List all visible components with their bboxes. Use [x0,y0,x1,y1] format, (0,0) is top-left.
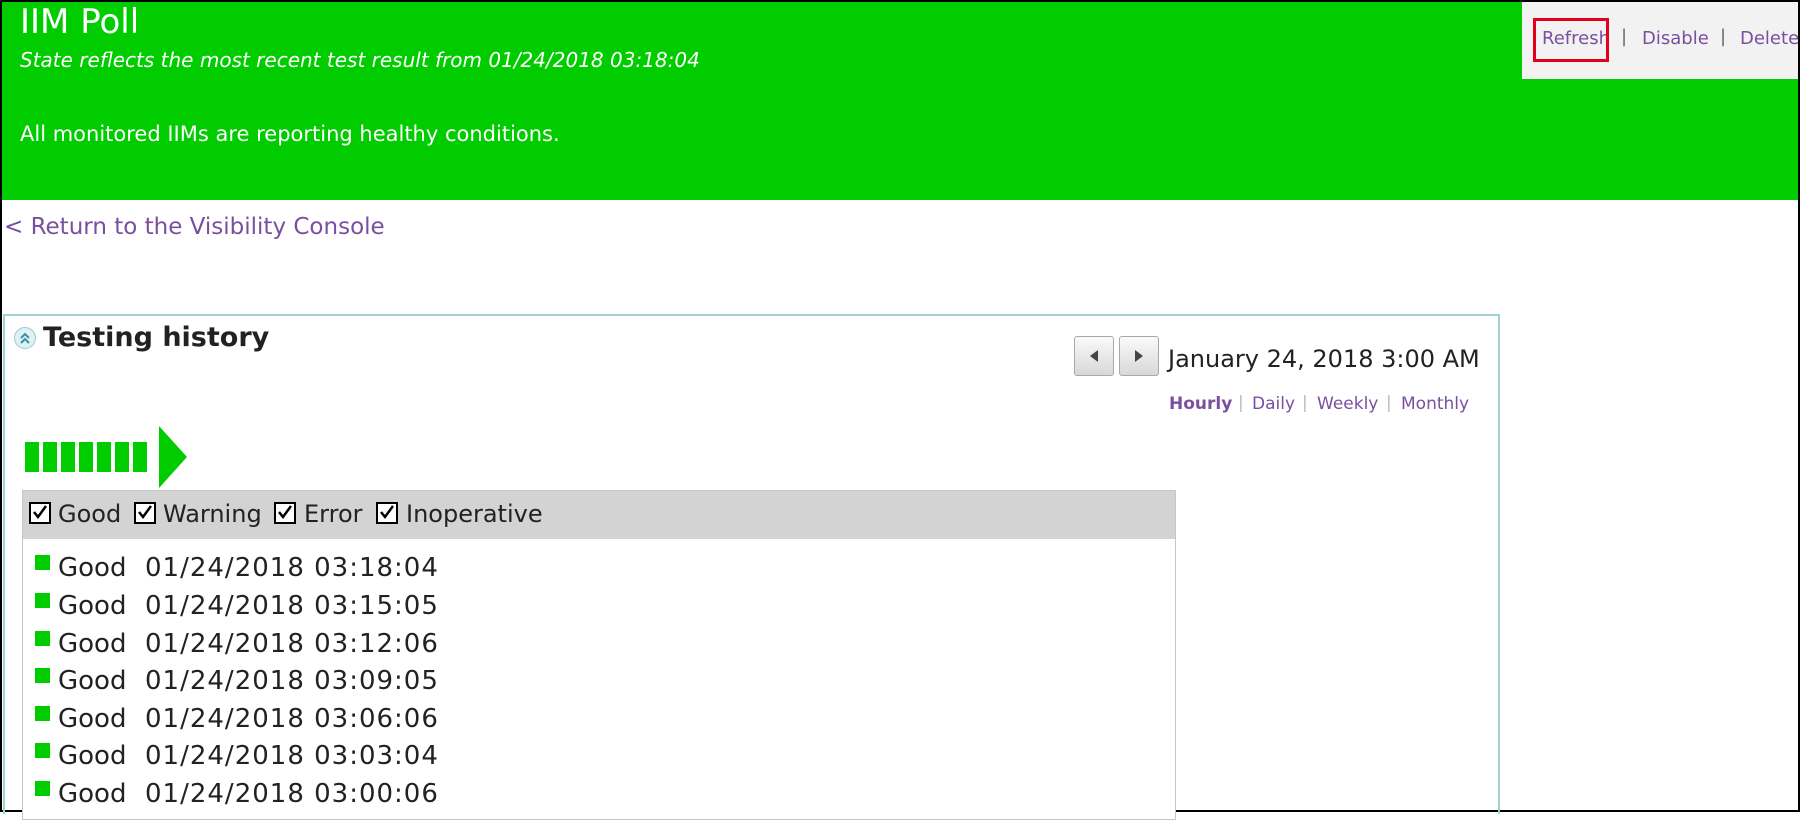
result-state: Good [58,741,127,771]
triangle-left-icon [1090,350,1098,362]
disable-link[interactable]: Disable [1642,28,1709,49]
warning-filter-label: Warning [163,500,262,528]
period-separator: | [1386,393,1392,413]
period-weekly[interactable]: Weekly [1317,394,1378,414]
result-state: Good [58,704,127,734]
result-state: Good [58,779,127,809]
double-chevron-up-icon[interactable] [14,327,36,349]
testing-history-title: Testing history [43,322,270,353]
result-state: Good [58,591,127,621]
action-separator: | [1621,26,1628,47]
action-separator: | [1720,26,1727,47]
current-period-label: January 24, 2018 3:00 AM [1168,345,1480,373]
warning-filter-checkbox[interactable] [134,502,156,524]
checkmark-icon [33,505,48,520]
inoperative-filter-label: Inoperative [406,500,543,528]
checkmark-icon [380,505,395,520]
previous-period-button[interactable] [1074,336,1114,376]
result-state: Good [58,629,127,659]
result-timestamp[interactable]: 01/24/2018 03:09:05 [145,666,439,696]
period-hourly[interactable]: Hourly [1169,394,1232,414]
period-separator: | [1302,393,1308,413]
status-timeline-strip[interactable] [25,426,190,488]
good-status-square-icon [35,743,50,758]
period-daily[interactable]: Daily [1252,394,1295,414]
good-status-square-icon [35,781,50,796]
next-period-button[interactable] [1119,336,1159,376]
health-message: All monitored IIMs are reporting healthy… [20,122,560,146]
checkmark-icon [278,505,293,520]
triangle-right-icon [1135,350,1143,362]
state-subtitle: State reflects the most recent test resu… [20,48,700,72]
result-timestamp[interactable]: 01/24/2018 03:15:05 [145,591,439,621]
refresh-highlight-box [1533,18,1609,62]
good-filter-checkbox[interactable] [29,502,51,524]
period-separator: | [1238,393,1244,413]
result-state: Good [58,666,127,696]
good-filter-label: Good [58,500,122,528]
page-title: IIM Poll [20,2,140,42]
result-timestamp[interactable]: 01/24/2018 03:12:06 [145,629,439,659]
good-status-square-icon [35,668,50,683]
good-status-square-icon [35,706,50,721]
result-state: Good [58,553,127,583]
inoperative-filter-checkbox[interactable] [376,502,398,524]
delete-link[interactable]: Delete [1740,28,1799,49]
result-timestamp[interactable]: 01/24/2018 03:00:06 [145,779,439,809]
error-filter-checkbox[interactable] [274,502,296,524]
good-status-square-icon [35,593,50,608]
result-timestamp[interactable]: 01/24/2018 03:03:04 [145,741,439,771]
good-status-square-icon [35,631,50,646]
period-monthly[interactable]: Monthly [1401,394,1469,414]
error-filter-label: Error [304,500,363,528]
checkmark-icon [138,505,153,520]
return-to-console-link[interactable]: < Return to the Visibility Console [4,214,385,240]
result-timestamp[interactable]: 01/24/2018 03:06:06 [145,704,439,734]
result-timestamp[interactable]: 01/24/2018 03:18:04 [145,553,439,583]
good-status-square-icon [35,555,50,570]
